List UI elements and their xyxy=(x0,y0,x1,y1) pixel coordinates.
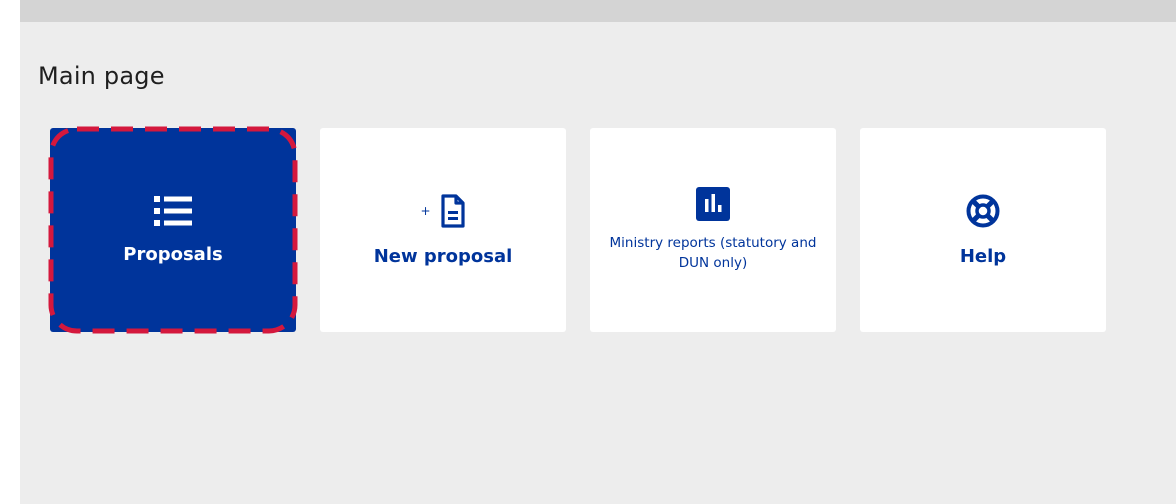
proposals-label: Proposals xyxy=(123,243,223,265)
ministry-reports-tile[interactable]: Ministry reports (statutory and DUN only… xyxy=(590,128,836,332)
lifebuoy-icon xyxy=(966,194,1000,228)
plus-sign: + xyxy=(420,203,431,218)
help-tile[interactable]: Help xyxy=(860,128,1106,332)
list-icon xyxy=(154,195,192,226)
help-label: Help xyxy=(959,245,1007,267)
top-bar xyxy=(20,0,1176,22)
page-title: Main page xyxy=(38,62,165,90)
ministry-reports-label: Ministry reports (statutory and DUN only… xyxy=(609,235,817,271)
bar-chart-icon xyxy=(696,187,730,221)
proposals-tile[interactable]: Proposals xyxy=(50,128,296,332)
new-proposal-tile[interactable]: + New proposal xyxy=(320,128,566,332)
new-document-icon-wrap: + xyxy=(420,193,465,228)
new-document-icon xyxy=(440,193,465,228)
new-proposal-label: New proposal xyxy=(373,245,513,267)
